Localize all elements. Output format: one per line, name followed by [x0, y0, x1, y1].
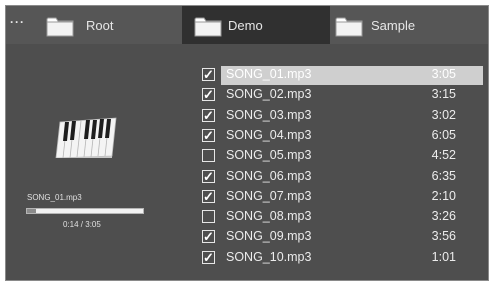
- tab-root[interactable]: Root: [34, 6, 182, 44]
- song-name: SONG_04.mp3: [226, 127, 312, 142]
- song-name: SONG_06.mp3: [226, 168, 312, 183]
- checkmark-icon: ✓: [203, 249, 214, 265]
- song-checkbox[interactable]: ✓: [202, 127, 215, 143]
- playback-progress-fill: [27, 209, 36, 213]
- song-checkbox[interactable]: ✓: [202, 188, 215, 204]
- song-name: SONG_05.mp3: [226, 148, 312, 163]
- song-duration: 3:26: [431, 209, 456, 224]
- tab-root-label: Root: [86, 17, 114, 33]
- playback-time: 0:14 / 3:05: [63, 220, 101, 229]
- tab-bar: ··· Root Demo Sample: [6, 6, 488, 44]
- checkmark-icon: ✓: [203, 107, 214, 123]
- song-checkbox[interactable]: ✓: [202, 229, 215, 245]
- playback-progress-bar[interactable]: [26, 208, 144, 214]
- song-row[interactable]: SONG_05.mp3 4:52: [202, 147, 484, 166]
- song-row[interactable]: ✓ SONG_04.mp3 6:05: [202, 127, 484, 146]
- song-name: SONG_01.mp3: [226, 67, 312, 81]
- back-button[interactable]: ···: [10, 15, 25, 29]
- song-duration: 2:10: [431, 188, 456, 203]
- song-name: SONG_02.mp3: [226, 87, 312, 102]
- tab-sample-label: Sample: [371, 17, 416, 33]
- tab-sample[interactable]: Sample: [330, 6, 488, 44]
- tab-demo-label: Demo: [228, 17, 263, 33]
- song-duration: 1:01: [431, 249, 456, 264]
- checkmark-icon: ✓: [203, 67, 214, 82]
- checkmark-icon: ✓: [203, 87, 214, 103]
- folder-icon: [194, 17, 222, 37]
- song-checkbox[interactable]: [202, 149, 215, 163]
- piano-icon: [55, 117, 117, 158]
- song-name: SONG_07.mp3: [226, 188, 312, 203]
- checkmark-icon: ✓: [203, 127, 214, 143]
- song-row[interactable]: SONG_08.mp3 3:26: [202, 208, 484, 227]
- song-row[interactable]: ✓ SONG_07.mp3 2:10: [202, 188, 484, 207]
- song-duration: 3:15: [431, 87, 456, 102]
- song-duration: 3:56: [431, 229, 456, 244]
- checkmark-icon: ✓: [203, 229, 214, 245]
- song-name: SONG_08.mp3: [226, 209, 312, 224]
- song-row[interactable]: ✓ SONG_06.mp3 6:35: [202, 168, 484, 187]
- song-name: SONG_10.mp3: [226, 249, 312, 264]
- song-duration: 3:05: [431, 67, 456, 81]
- song-checkbox[interactable]: ✓: [202, 249, 215, 265]
- song-row[interactable]: ✓ SONG_03.mp3 3:02: [202, 107, 484, 126]
- checkmark-icon: ✓: [203, 168, 214, 184]
- now-playing-title: SONG_01.mp3: [27, 193, 82, 202]
- song-checkbox[interactable]: ✓: [202, 107, 215, 123]
- song-row[interactable]: ✓ SONG_01.mp3 3:05: [202, 66, 484, 85]
- song-row[interactable]: ✓ SONG_10.mp3 1:01: [202, 249, 484, 268]
- song-duration: 3:02: [431, 107, 456, 122]
- media-player-window: ··· Root Demo Sample SONG_01.mp3 0:14 / …: [5, 5, 489, 281]
- song-checkbox[interactable]: ✓: [202, 87, 215, 103]
- folder-icon: [335, 17, 363, 37]
- song-name: SONG_03.mp3: [226, 107, 312, 122]
- checkmark-icon: ✓: [203, 188, 214, 204]
- song-duration: 4:52: [431, 148, 456, 163]
- song-checkbox[interactable]: ✓: [202, 168, 215, 184]
- song-duration: 6:35: [431, 168, 456, 183]
- tab-demo[interactable]: Demo: [182, 6, 330, 44]
- song-row[interactable]: ✓ SONG_09.mp3 3:56: [202, 228, 484, 247]
- song-duration: 6:05: [431, 127, 456, 142]
- song-row[interactable]: ✓ SONG_02.mp3 3:15: [202, 86, 484, 105]
- folder-icon: [46, 17, 74, 37]
- song-checkbox[interactable]: ✓: [202, 67, 215, 82]
- song-name: SONG_09.mp3: [226, 229, 312, 244]
- song-checkbox[interactable]: [202, 210, 215, 224]
